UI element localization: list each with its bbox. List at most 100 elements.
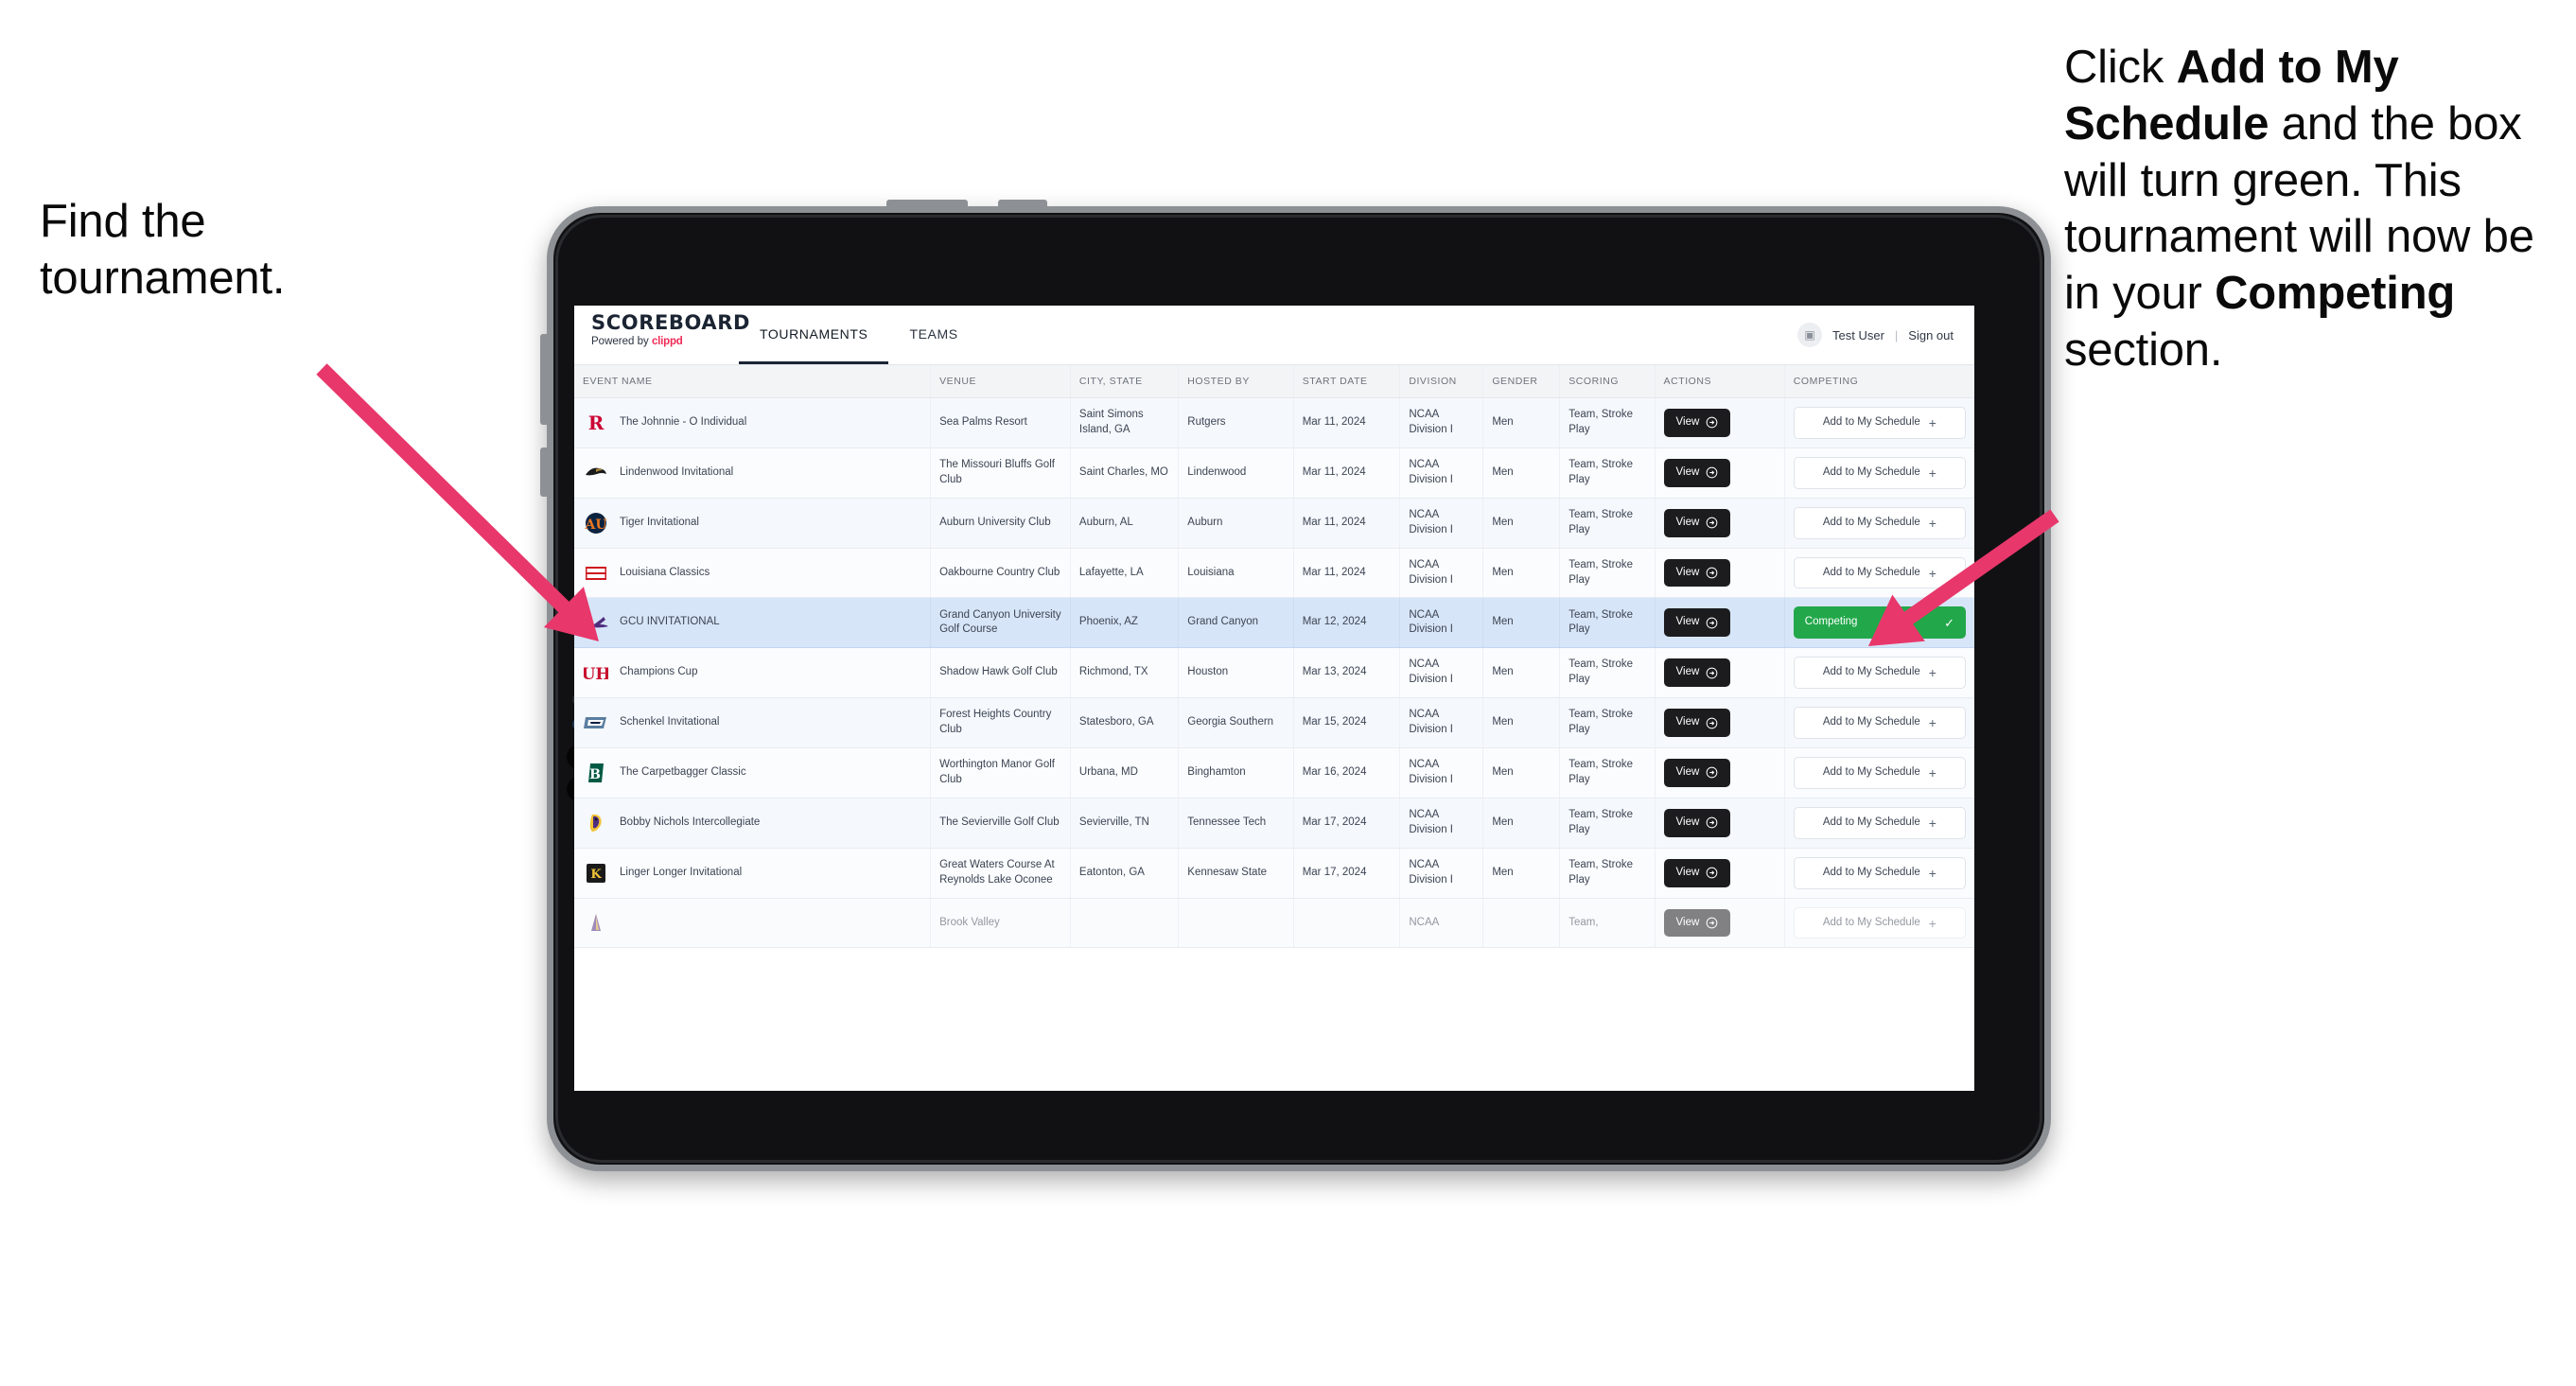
cell-division: NCAA Division I <box>1399 548 1484 599</box>
tab-tournaments[interactable]: TOURNAMENTS <box>739 306 889 364</box>
table-row[interactable]: K Linger Longer Invitational Great Water… <box>574 848 1974 899</box>
col-header-scoring[interactable]: SCORING <box>1559 365 1656 398</box>
avatar[interactable]: ▣ <box>1797 323 1822 347</box>
cell-hosted-by: Houston <box>1178 647 1294 699</box>
view-button[interactable]: View <box>1663 458 1731 487</box>
col-header-venue[interactable]: VENUE <box>930 365 1071 398</box>
table-head: EVENT NAME VENUE CITY, STATE HOSTED BY S… <box>574 365 1974 398</box>
cell-scoring: Team, Stroke Play <box>1559 848 1656 899</box>
cell-hosted-by: Lindenwood <box>1178 447 1294 499</box>
table-row[interactable]: UH Champions Cup Shadow Hawk Golf Club R… <box>574 647 1974 699</box>
cell-division: NCAA Division I <box>1399 597 1484 649</box>
annotation-left: Find the tournament. <box>40 194 447 307</box>
add-to-my-schedule-button[interactable]: Add to My Schedule + <box>1793 856 1966 889</box>
add-to-my-schedule-button[interactable]: Add to My Schedule + <box>1793 556 1966 589</box>
plus-icon: + <box>1928 715 1936 731</box>
col-header-actions[interactable]: ACTIONS <box>1655 365 1785 398</box>
cell-gender: Men <box>1482 747 1561 798</box>
cell-start-date <box>1293 898 1401 949</box>
view-button[interactable]: View <box>1663 658 1731 688</box>
circle-arrow-right-icon <box>1706 417 1718 429</box>
add-to-my-schedule-label: Add to My Schedule <box>1822 666 1920 678</box>
table-row[interactable]: GCU INVITATIONAL Grand Canyon University… <box>574 597 1974 649</box>
competing-button[interactable]: Competing ✓ <box>1793 606 1966 640</box>
cell-gender: Men <box>1482 647 1561 699</box>
cell-venue: Auburn University Club <box>930 498 1071 549</box>
add-to-my-schedule-button[interactable]: Add to My Schedule + <box>1793 506 1966 539</box>
col-header-start-date[interactable]: START DATE <box>1293 365 1401 398</box>
col-header-hosted-by[interactable]: HOSTED BY <box>1178 365 1294 398</box>
cell-actions: View <box>1655 498 1785 549</box>
cell-venue: Sea Palms Resort <box>930 397 1071 448</box>
add-to-my-schedule-label: Add to My Schedule <box>1822 916 1920 928</box>
table-row[interactable]: Schenkel Invitational Forest Heights Cou… <box>574 697 1974 749</box>
table-row[interactable]: B The Carpetbagger Classic Worthington M… <box>574 747 1974 798</box>
sign-out-link[interactable]: Sign out <box>1908 328 1954 342</box>
cell-hosted-by: Kennesaw State <box>1178 848 1294 899</box>
view-button[interactable]: View <box>1663 759 1731 787</box>
cell-division: NCAA Division I <box>1399 447 1484 499</box>
add-to-my-schedule-label: Add to My Schedule <box>1822 766 1920 779</box>
add-to-my-schedule-label: Add to My Schedule <box>1822 716 1920 728</box>
add-to-my-schedule-button[interactable]: Add to My Schedule + <box>1793 806 1966 839</box>
plus-icon: + <box>1928 665 1936 681</box>
add-to-my-schedule-button[interactable]: Add to My Schedule + <box>1793 657 1966 690</box>
cell-actions: View <box>1655 647 1785 699</box>
add-to-my-schedule-button[interactable]: Add to My Schedule + <box>1793 757 1966 789</box>
cell-city-state: Eatonton, GA <box>1070 848 1180 899</box>
view-button[interactable]: View <box>1663 508 1731 537</box>
view-button[interactable]: View <box>1663 858 1731 887</box>
add-to-my-schedule-button[interactable]: Add to My Schedule + <box>1793 906 1966 939</box>
cell-event-name: K Linger Longer Invitational <box>574 848 932 899</box>
view-button[interactable]: View <box>1663 808 1731 837</box>
tournaments-table-scroll[interactable]: EVENT NAME VENUE CITY, STATE HOSTED BY S… <box>574 365 1974 1091</box>
cell-venue: The Missouri Bluffs Golf Club <box>930 447 1071 499</box>
cell-gender: Men <box>1482 848 1561 899</box>
view-button[interactable]: View <box>1663 409 1731 437</box>
cell-city-state: Sevierville, TN <box>1070 798 1180 849</box>
view-button[interactable]: View <box>1663 908 1731 938</box>
cell-city-state: Auburn, AL <box>1070 498 1180 549</box>
table-row[interactable]: AU Tiger Invitational Auburn University … <box>574 498 1974 549</box>
col-header-event-name[interactable]: EVENT NAME <box>574 365 932 398</box>
cell-city-state: Lafayette, LA <box>1070 548 1180 599</box>
cell-event-name: Lindenwood Invitational <box>574 447 932 499</box>
cell-start-date: Mar 11, 2024 <box>1293 548 1401 599</box>
table-row[interactable]: Bobby Nichols Intercollegiate The Sevier… <box>574 798 1974 849</box>
col-header-division[interactable]: DIVISION <box>1399 365 1484 398</box>
col-header-city-state[interactable]: CITY, STATE <box>1070 365 1180 398</box>
brand-subtitle: Powered by clippd <box>591 336 722 348</box>
cell-actions: View <box>1655 898 1785 949</box>
cell-hosted-by: Rutgers <box>1178 397 1294 448</box>
tab-teams[interactable]: TEAMS <box>888 306 978 364</box>
table-row[interactable]: R The Johnnie - O Individual Sea Palms R… <box>574 397 1974 448</box>
plus-icon: + <box>1928 865 1936 881</box>
cell-scoring: Team, Stroke Play <box>1559 697 1656 749</box>
add-to-my-schedule-label: Add to My Schedule <box>1822 816 1920 828</box>
cell-event-name: Schenkel Invitational <box>574 697 932 749</box>
table-row[interactable]: Brook Valley NCAA Team, View Add to My S… <box>574 898 1974 949</box>
add-to-my-schedule-button[interactable]: Add to My Schedule + <box>1793 707 1966 740</box>
cell-start-date: Mar 17, 2024 <box>1293 798 1401 849</box>
cell-start-date: Mar 16, 2024 <box>1293 747 1401 798</box>
view-button[interactable]: View <box>1663 608 1731 638</box>
cell-division: NCAA Division I <box>1399 798 1484 849</box>
plus-icon: + <box>1928 465 1936 481</box>
view-button[interactable]: View <box>1663 709 1731 738</box>
table-row[interactable]: Lindenwood Invitational The Missouri Blu… <box>574 447 1974 499</box>
view-button[interactable]: View <box>1663 558 1731 588</box>
cell-event-name <box>574 898 932 949</box>
team-logo-icon <box>583 911 609 936</box>
col-header-competing[interactable]: COMPETING <box>1784 365 1974 398</box>
circle-arrow-right-icon <box>1706 867 1718 879</box>
add-to-my-schedule-button[interactable]: Add to My Schedule + <box>1793 456 1966 489</box>
cell-start-date: Mar 12, 2024 <box>1293 597 1401 649</box>
add-to-my-schedule-button[interactable]: Add to My Schedule + <box>1793 407 1966 439</box>
table-row[interactable]: Louisiana Classics Oakbourne Country Clu… <box>574 548 1974 599</box>
view-button-label: View <box>1675 716 1700 728</box>
cell-start-date: Mar 15, 2024 <box>1293 697 1401 749</box>
circle-arrow-right-icon <box>1706 816 1718 829</box>
cell-actions: View <box>1655 447 1785 499</box>
cell-gender: Men <box>1482 548 1561 599</box>
col-header-gender[interactable]: GENDER <box>1482 365 1561 398</box>
